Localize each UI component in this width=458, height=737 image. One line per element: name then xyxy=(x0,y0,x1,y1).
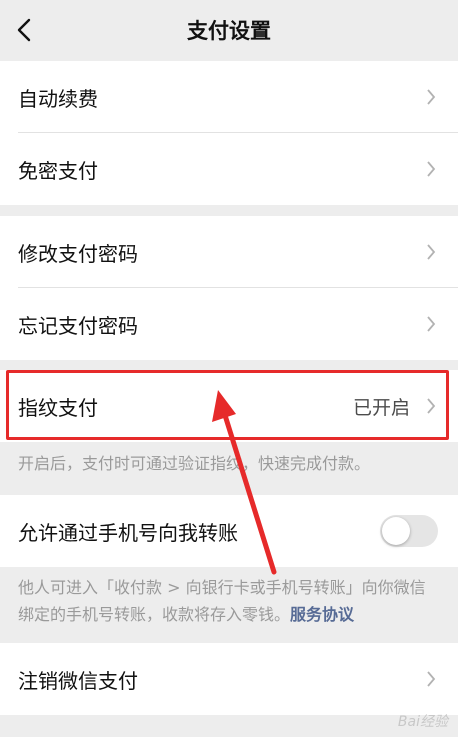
chevron-right-icon xyxy=(427,89,436,105)
page-title: 支付设置 xyxy=(187,19,271,43)
auto-renew-label: 自动续费 xyxy=(18,86,98,111)
forgot-password-row[interactable]: 忘记支付密码 xyxy=(0,288,458,360)
navigation-bar: 支付设置 xyxy=(0,0,458,60)
phone-transfer-toggle[interactable] xyxy=(380,515,438,547)
toggle-knob xyxy=(382,517,410,545)
chevron-right-icon xyxy=(427,316,436,332)
phone-hint-text: 他人可进入「收付款 > 向银行卡或手机号转账」向你微信绑定的手机号转账，收款将存… xyxy=(18,578,426,624)
red-highlight-box xyxy=(6,370,449,440)
change-password-row[interactable]: 修改支付密码 xyxy=(0,216,458,288)
auto-renew-row[interactable]: 自动续费 xyxy=(0,61,458,133)
phone-transfer-row: 允许通过手机号向我转账 xyxy=(0,495,458,567)
chevron-right-icon xyxy=(427,161,436,177)
settings-group-2: 修改支付密码 忘记支付密码 xyxy=(0,216,458,360)
forgot-password-label: 忘记支付密码 xyxy=(18,313,138,338)
settings-group-1: 自动续费 免密支付 xyxy=(0,61,458,205)
change-password-label: 修改支付密码 xyxy=(18,241,138,266)
service-agreement-link[interactable]: 服务协议 xyxy=(290,605,354,624)
cancel-wechat-pay-row[interactable]: 注销微信支付 xyxy=(0,643,458,715)
password-free-payment-label: 免密支付 xyxy=(18,158,98,183)
back-arrow-icon[interactable] xyxy=(14,18,36,42)
phone-transfer-group: 允许通过手机号向我转账 xyxy=(0,495,458,567)
phone-transfer-label: 允许通过手机号向我转账 xyxy=(18,520,238,545)
password-free-payment-row[interactable]: 免密支付 xyxy=(0,133,458,205)
cancel-wechat-pay-label: 注销微信支付 xyxy=(18,668,138,693)
cancel-group: 注销微信支付 xyxy=(0,643,458,715)
phone-transfer-hint: 他人可进入「收付款 > 向银行卡或手机号转账」向你微信绑定的手机号转账，收款将存… xyxy=(18,574,438,628)
watermark: Bai经验 xyxy=(397,714,448,730)
chevron-right-icon xyxy=(427,244,436,260)
fingerprint-hint: 开启后，支付时可通过验证指纹，快速完成付款。 xyxy=(18,454,371,473)
chevron-right-icon xyxy=(427,671,436,687)
